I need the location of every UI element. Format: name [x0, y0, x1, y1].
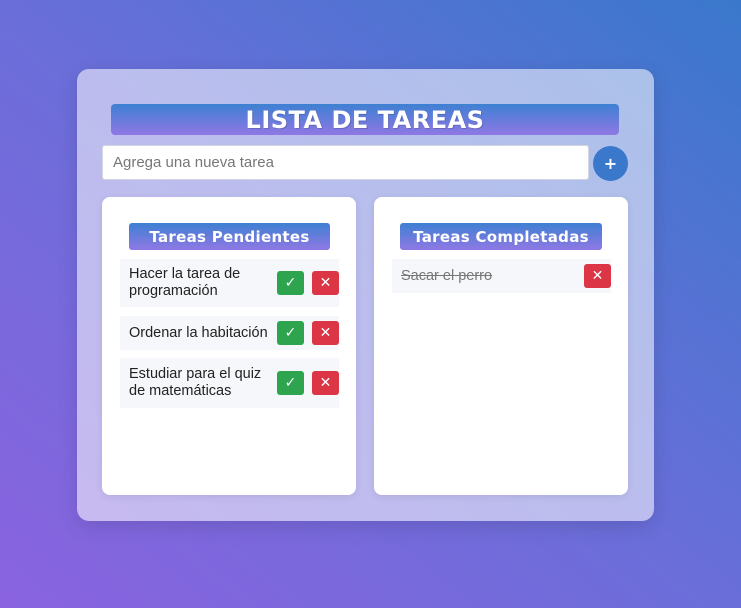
complete-task-button[interactable]: ✓ — [277, 321, 304, 345]
close-icon: ✕ — [591, 268, 604, 284]
delete-task-button[interactable]: ✕ — [312, 371, 339, 395]
add-task-button[interactable]: + — [593, 146, 628, 181]
close-icon: ✕ — [319, 375, 332, 391]
complete-task-button[interactable]: ✓ — [277, 371, 304, 395]
close-icon: ✕ — [319, 275, 332, 291]
task-text: Estudiar para el quiz de matemáticas — [129, 366, 262, 399]
delete-task-button[interactable]: ✕ — [312, 271, 339, 295]
completed-title: Tareas Completadas — [400, 223, 602, 250]
delete-task-button[interactable]: ✕ — [312, 321, 339, 345]
task-text: Ordenar la habitación — [129, 324, 268, 341]
check-icon: ✓ — [284, 375, 297, 391]
close-icon: ✕ — [319, 325, 332, 341]
new-task-input[interactable] — [102, 145, 589, 180]
todo-app: LISTA DE TAREAS + Tareas Pendientes Hace… — [77, 69, 654, 521]
title-bar: LISTA DE TAREAS — [111, 104, 619, 135]
check-icon: ✓ — [284, 325, 297, 341]
plus-icon: + — [603, 154, 618, 173]
pending-title: Tareas Pendientes — [129, 223, 330, 250]
pending-task: Estudiar para el quiz de matemáticas ✓ ✕ — [120, 358, 339, 408]
pending-task: Ordenar la habitación ✓ ✕ — [120, 316, 339, 350]
pending-panel: Tareas Pendientes Hacer la tarea de prog… — [102, 197, 356, 495]
delete-task-button[interactable]: ✕ — [584, 264, 611, 288]
completed-panel: Tareas Completadas Sacar el perro ✕ — [374, 197, 628, 495]
completed-task: Sacar el perro ✕ — [392, 259, 611, 293]
task-text: Hacer la tarea de programación — [129, 266, 241, 299]
complete-task-button[interactable]: ✓ — [277, 271, 304, 295]
task-text: Sacar el perro — [401, 267, 493, 284]
check-icon: ✓ — [284, 275, 297, 291]
app-title: LISTA DE TAREAS — [245, 105, 485, 134]
pending-task: Hacer la tarea de programación ✓ ✕ — [120, 259, 339, 307]
